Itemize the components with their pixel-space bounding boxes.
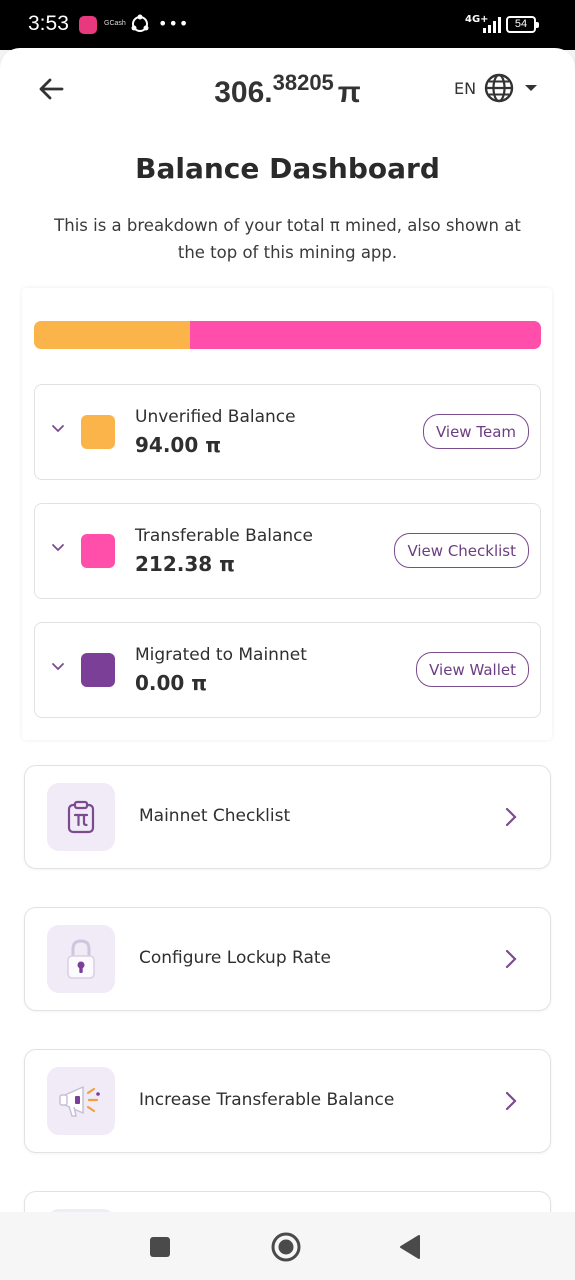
balance-decimal: 38205 [272, 70, 334, 95]
mainnet-checklist-label: Mainnet Checklist [139, 806, 291, 826]
configure-lockup-card[interactable]: Configure Lockup Rate [24, 907, 551, 1011]
transferable-balance-card[interactable]: Transferable Balance 212.38 π View Check… [34, 503, 541, 599]
sync-icon [131, 14, 149, 32]
mainnet-balance-value: 0.00 π [135, 671, 208, 695]
view-checklist-button[interactable]: View Checklist [394, 533, 529, 568]
status-bar: 3:53 GCash ••• 4G+ 54 [0, 0, 575, 50]
configure-lockup-label: Configure Lockup Rate [139, 948, 331, 968]
page-description: This is a breakdown of your total π mine… [54, 216, 521, 262]
mainnet-balance-label: Migrated to Mainnet [135, 645, 307, 665]
pi-symbol: π [337, 76, 361, 109]
page-title: Balance Dashboard [135, 152, 440, 185]
back-nav-icon[interactable] [394, 1230, 428, 1264]
chevron-down-icon[interactable] [51, 424, 65, 434]
padlock-icon [47, 925, 115, 993]
unverified-color-swatch [81, 415, 115, 449]
clipboard-pi-icon [47, 783, 115, 851]
megaphone-icon [47, 1067, 115, 1135]
view-wallet-button[interactable]: View Wallet [416, 652, 529, 687]
recent-apps-icon[interactable] [143, 1230, 177, 1264]
chevron-down-icon[interactable] [51, 662, 65, 672]
language-selector[interactable]: EN [454, 72, 538, 104]
chevron-down-icon[interactable] [51, 543, 65, 553]
chevron-down-icon [525, 85, 538, 91]
unverified-balance-value: 94.00 π [135, 433, 222, 457]
view-team-button[interactable]: View Team [422, 414, 529, 449]
signal-icon [483, 17, 501, 33]
mainnet-color-swatch [81, 653, 115, 687]
battery-icon: 54 [506, 16, 539, 33]
chevron-right-icon [505, 1091, 517, 1111]
balance-integer: 306. [214, 76, 273, 109]
mainnet-checklist-card[interactable]: Mainnet Checklist [24, 765, 551, 869]
status-time: 3:53 [28, 12, 69, 35]
unverified-balance-label: Unverified Balance [135, 407, 296, 427]
unverified-balance-card[interactable]: Unverified Balance 94.00 π View Team [34, 384, 541, 480]
mainnet-balance-card[interactable]: Migrated to Mainnet 0.00 π View Wallet [34, 622, 541, 718]
globe-icon [484, 73, 514, 103]
next-action-card[interactable] [24, 1191, 551, 1212]
app-header: 306.38205 π EN [0, 48, 575, 130]
transferable-color-swatch [81, 534, 115, 568]
more-notifications-icon: ••• [158, 14, 190, 33]
transferable-balance-label: Transferable Balance [135, 526, 313, 546]
increase-transferable-card[interactable]: Increase Transferable Balance [24, 1049, 551, 1153]
home-icon[interactable] [269, 1230, 303, 1264]
progress-segment-unverified [34, 321, 190, 349]
balance-progress-bar [34, 321, 541, 349]
chevron-right-icon [505, 807, 517, 827]
balance-panel: Unverified Balance 94.00 π View Team Tra… [22, 288, 552, 740]
transferable-balance-value: 212.38 π [135, 552, 235, 576]
chevron-right-icon [505, 949, 517, 969]
gcash-icon: GCash [104, 20, 126, 27]
system-nav-bar [0, 1212, 575, 1280]
increase-transferable-label: Increase Transferable Balance [139, 1090, 395, 1110]
progress-segment-transferable [189, 321, 541, 349]
scroll-content[interactable]: Balance Dashboard This is a breakdown of… [0, 130, 575, 1212]
notification-app-icon [79, 16, 97, 34]
language-code: EN [454, 78, 477, 98]
